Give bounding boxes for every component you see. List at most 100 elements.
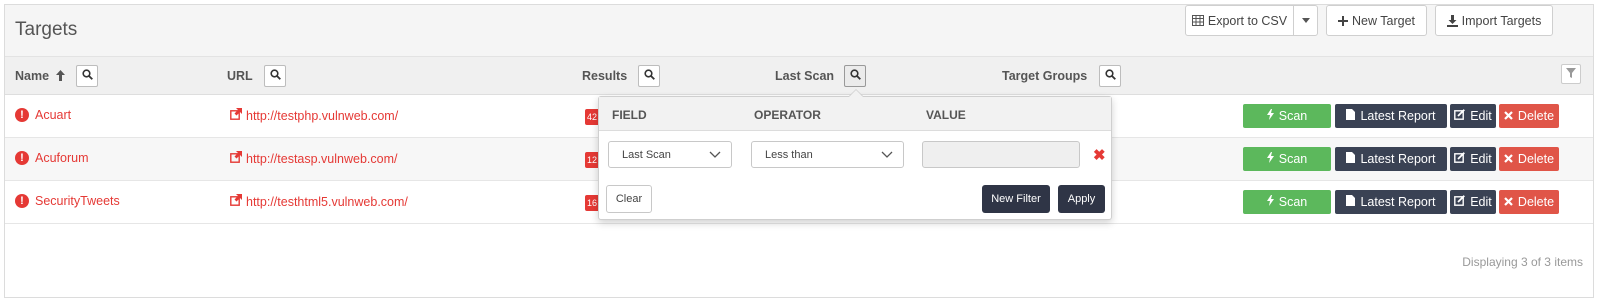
clear-filter-button[interactable]: Clear xyxy=(606,185,652,213)
edit-button[interactable]: Edit xyxy=(1450,190,1496,214)
target-name[interactable]: ! SecurityTweets xyxy=(15,194,120,208)
target-name[interactable]: ! Acuart xyxy=(15,108,71,122)
target-url-link[interactable]: http://testphp.vulnweb.com/ xyxy=(230,108,398,123)
edit-label: Edit xyxy=(1470,195,1492,209)
edit-label: Edit xyxy=(1470,152,1492,166)
file-icon xyxy=(1346,109,1356,123)
latest-report-button[interactable]: Latest Report xyxy=(1335,104,1447,128)
name-search-button[interactable] xyxy=(76,65,98,87)
edit-icon xyxy=(1454,195,1466,209)
target-name-label: SecurityTweets xyxy=(35,194,120,208)
latest-report-label: Latest Report xyxy=(1360,109,1436,123)
edit-button[interactable]: Edit xyxy=(1450,147,1496,171)
file-icon xyxy=(1346,152,1356,166)
delete-label: Delete xyxy=(1517,195,1555,209)
filter-popup-header: FIELD OPERATOR VALUE xyxy=(599,97,1111,131)
operator-select[interactable]: Less than xyxy=(751,141,904,168)
delete-label: Delete xyxy=(1517,109,1555,123)
delete-button[interactable]: Delete xyxy=(1499,104,1559,128)
target-url-label: http://testphp.vulnweb.com/ xyxy=(246,108,399,123)
delete-label: Delete xyxy=(1517,152,1555,166)
new-target-label: New Target xyxy=(1352,13,1415,28)
sort-up-icon xyxy=(55,69,65,84)
scan-button[interactable]: Scan xyxy=(1243,190,1331,214)
value-input[interactable] xyxy=(922,141,1080,168)
field-column-header: FIELD xyxy=(612,108,647,122)
search-icon xyxy=(81,67,93,85)
close-icon xyxy=(1504,152,1513,166)
search-icon xyxy=(643,67,655,85)
search-icon xyxy=(849,67,861,85)
column-name-header[interactable]: Name xyxy=(15,69,65,84)
new-target-button[interactable]: New Target xyxy=(1326,5,1427,36)
plus-icon xyxy=(1338,15,1348,26)
export-csv-button[interactable]: Export to CSV xyxy=(1185,5,1294,36)
edit-icon xyxy=(1454,152,1466,166)
column-last-scan-header: Last Scan xyxy=(775,69,835,83)
column-results-header: Results xyxy=(582,69,628,83)
close-icon xyxy=(1504,195,1513,209)
scan-label: Scan xyxy=(1278,195,1308,209)
value-column-header: VALUE xyxy=(926,108,966,122)
target-name-label: Acuart xyxy=(35,108,72,122)
edit-label: Edit xyxy=(1470,109,1492,123)
last-scan-search-button[interactable] xyxy=(844,65,866,87)
file-icon xyxy=(1346,195,1356,209)
field-select[interactable]: Last Scan xyxy=(608,141,732,168)
field-select-value: Last Scan xyxy=(622,148,671,161)
results-search-button[interactable] xyxy=(638,65,660,87)
target-name[interactable]: ! Acuforum xyxy=(15,151,89,165)
latest-report-button[interactable]: Latest Report xyxy=(1335,190,1447,214)
bolt-icon xyxy=(1266,195,1274,209)
delete-button[interactable]: Delete xyxy=(1499,147,1559,171)
column-name-label: Name xyxy=(15,69,50,83)
column-url-header: URL xyxy=(227,69,253,83)
external-link-icon xyxy=(230,108,242,123)
latest-report-button[interactable]: Latest Report xyxy=(1335,147,1447,171)
external-link-icon xyxy=(230,151,242,166)
export-dropdown-toggle[interactable] xyxy=(1293,5,1318,36)
remove-filter-icon[interactable]: ✖ xyxy=(1093,146,1106,164)
url-search-button[interactable] xyxy=(264,65,286,87)
close-icon xyxy=(1504,109,1513,123)
chevron-down-icon xyxy=(709,149,721,161)
pagination-status: Displaying 3 of 3 items xyxy=(1462,255,1583,269)
delete-button[interactable]: Delete xyxy=(1499,190,1559,214)
target-url-label: http://testasp.vulnweb.com/ xyxy=(246,151,398,166)
filter-popup: FIELD OPERATOR VALUE Last Scan Less than… xyxy=(598,96,1112,220)
target-groups-search-button[interactable] xyxy=(1099,65,1121,87)
external-link-icon xyxy=(230,194,242,209)
operator-select-value: Less than xyxy=(765,148,813,161)
operator-column-header: OPERATOR xyxy=(754,108,821,122)
scan-button[interactable]: Scan xyxy=(1243,104,1331,128)
apply-filter-button[interactable]: Apply xyxy=(1058,185,1105,213)
popup-caret-inner xyxy=(849,90,863,97)
target-url-link[interactable]: http://testasp.vulnweb.com/ xyxy=(230,151,397,166)
column-target-groups-header: Target Groups xyxy=(1002,69,1088,83)
caret-down-icon xyxy=(1301,18,1310,23)
search-icon xyxy=(1104,67,1116,85)
alert-icon: ! xyxy=(15,108,29,122)
panel-header: Targets Export to CSV New Target Import … xyxy=(5,5,1593,57)
column-filter-button[interactable] xyxy=(1561,64,1581,84)
target-url-link[interactable]: http://testhtml5.vulnweb.com/ xyxy=(230,194,408,209)
alert-icon: ! xyxy=(15,151,29,165)
edit-icon xyxy=(1454,109,1466,123)
chevron-down-icon xyxy=(881,149,893,161)
search-icon xyxy=(269,67,281,85)
export-csv-label: Export to CSV xyxy=(1207,13,1288,28)
import-icon xyxy=(1446,14,1458,27)
edit-button[interactable]: Edit xyxy=(1450,104,1496,128)
filter-icon xyxy=(1566,65,1576,83)
table-icon xyxy=(1191,15,1204,26)
target-name-label: Acuforum xyxy=(35,151,89,165)
new-filter-button[interactable]: New Filter xyxy=(982,185,1050,213)
alert-icon: ! xyxy=(15,194,29,208)
import-targets-label: Import Targets xyxy=(1461,13,1542,28)
scan-button[interactable]: Scan xyxy=(1243,147,1331,171)
page-title: Targets xyxy=(15,19,78,40)
target-url-label: http://testhtml5.vulnweb.com/ xyxy=(246,194,408,209)
bolt-icon xyxy=(1266,109,1274,123)
import-targets-button[interactable]: Import Targets xyxy=(1435,5,1553,36)
scan-label: Scan xyxy=(1278,109,1308,123)
